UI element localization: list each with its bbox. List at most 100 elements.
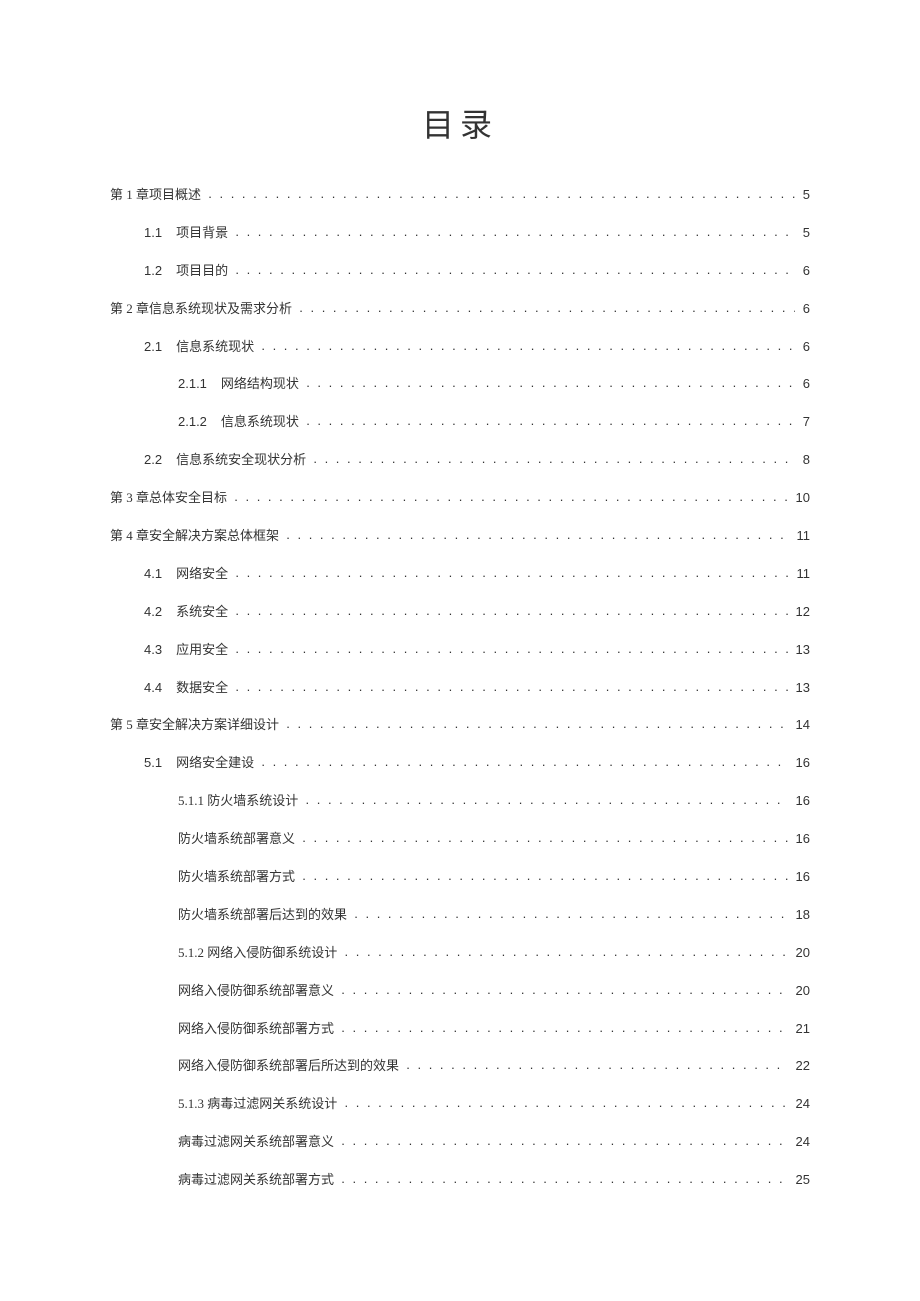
toc-entry-number: 2.1.2 [178,414,207,431]
toc-leader-dots [261,338,794,351]
toc-leader-dots [208,186,795,199]
toc-title: 目录 [110,100,810,146]
toc-entry[interactable]: 2.2信息系统安全现状分析 8 [110,441,810,479]
toc-entry-page: 24 [796,1134,810,1151]
toc-entry-label: 第 2 章信息系统现状及需求分析 [110,301,292,318]
toc-entry-page: 13 [796,680,810,697]
toc-entry-page: 6 [803,376,810,393]
toc-entry-page: 7 [803,414,810,431]
toc-entry[interactable]: 5.1网络安全建设 16 [110,744,810,782]
toc-leader-dots [286,716,787,729]
toc-leader-dots [261,754,787,767]
toc-page: 目录 第 1 章项目概述 51.1项目背景 51.2项目目的 6第 2 章信息系… [0,0,920,1259]
toc-entry-number: 2.2 [144,452,162,469]
toc-leader-dots [235,679,787,692]
toc-leader-dots [345,1095,788,1108]
toc-leader-dots [306,792,788,805]
toc-entry-number: 5.1 [144,755,162,772]
toc-leader-dots [341,1020,787,1033]
toc-leader-dots [313,451,794,464]
toc-entry[interactable]: 第 5 章安全解决方案详细设计 14 [110,706,810,744]
toc-leader-dots [345,944,788,957]
toc-entry-page: 6 [803,301,810,318]
toc-entry-label: 5.1.2 网络入侵防御系统设计 [178,945,337,962]
toc-entry-page: 22 [796,1058,810,1075]
toc-entry-label: 项目背景 [176,225,228,242]
toc-entry[interactable]: 网络入侵防御系统部署意义 20 [110,972,810,1010]
toc-entry[interactable]: 5.1.3 病毒过滤网关系统设计 24 [110,1085,810,1123]
toc-entry-label: 网络结构现状 [221,376,299,393]
toc-entry[interactable]: 网络入侵防御系统部署后所达到的效果 22 [110,1047,810,1085]
toc-entry-label: 数据安全 [176,680,228,697]
toc-entry[interactable]: 5.1.2 网络入侵防御系统设计 20 [110,934,810,972]
toc-entry-page: 6 [803,263,810,280]
toc-entry-label: 防火墙系统部署方式 [178,869,295,886]
toc-entry-page: 18 [796,907,810,924]
toc-leader-dots [299,300,795,313]
toc-entry-label: 第 4 章安全解决方案总体框架 [110,528,279,545]
toc-entry[interactable]: 防火墙系统部署方式 16 [110,858,810,896]
toc-entry-number: 2.1.1 [178,376,207,393]
toc-leader-dots [341,1133,787,1146]
toc-entry[interactable]: 第 1 章项目概述 5 [110,176,810,214]
toc-entry-label: 系统安全 [176,604,228,621]
toc-entry[interactable]: 4.1网络安全 11 [110,555,810,593]
toc-leader-dots [406,1057,787,1070]
toc-entry-number: 4.4 [144,680,162,697]
toc-leader-dots [341,982,787,995]
toc-entry-page: 20 [796,945,810,962]
toc-leader-dots [234,489,787,502]
toc-entry-page: 5 [803,225,810,242]
toc-entry[interactable]: 病毒过滤网关系统部署方式 25 [110,1161,810,1199]
toc-entry-number: 4.3 [144,642,162,659]
toc-entry-page: 10 [796,490,810,507]
toc-leader-dots [235,224,794,237]
toc-entry-label: 防火墙系统部署意义 [178,831,295,848]
toc-entry-label: 网络入侵防御系统部署意义 [178,983,334,1000]
toc-entry[interactable]: 2.1.2信息系统现状 7 [110,403,810,441]
toc-entry-page: 8 [803,452,810,469]
toc-leader-dots [235,262,794,275]
toc-entry[interactable]: 4.3应用安全 13 [110,631,810,669]
toc-entry-page: 14 [796,717,810,734]
toc-entry-label: 第 5 章安全解决方案详细设计 [110,717,279,734]
toc-entry[interactable]: 2.1信息系统现状 6 [110,328,810,366]
toc-entry[interactable]: 第 4 章安全解决方案总体框架 11 [110,517,810,555]
toc-entry-label: 信息系统现状 [176,339,254,356]
toc-leader-dots [235,641,787,654]
toc-leader-dots [354,906,787,919]
toc-entry[interactable]: 1.2 项目目的 6 [110,252,810,290]
toc-entry[interactable]: 4.2系统安全 12 [110,593,810,631]
toc-entry[interactable]: 第 3 章总体安全目标 10 [110,479,810,517]
toc-entry-label: 病毒过滤网关系统部署意义 [178,1134,334,1151]
toc-entry[interactable]: 4.4 数据安全 13 [110,669,810,707]
toc-entry-label: 防火墙系统部署后达到的效果 [178,907,347,924]
toc-entry-label: 应用安全 [176,642,228,659]
toc-entry[interactable]: 1.1 项目背景 5 [110,214,810,252]
toc-leader-dots [235,565,788,578]
toc-entry-page: 21 [796,1021,810,1038]
toc-entry-page: 5 [803,187,810,204]
toc-entry[interactable]: 网络入侵防御系统部署方式 21 [110,1010,810,1048]
toc-entry-label: 5.1.1 防火墙系统设计 [178,793,298,810]
toc-entry[interactable]: 病毒过滤网关系统部署意义 24 [110,1123,810,1161]
toc-entry[interactable]: 防火墙系统部署后达到的效果 18 [110,896,810,934]
toc-leader-dots [302,868,787,881]
toc-entry-number: 4.1 [144,566,162,583]
toc-entry[interactable]: 2.1.1 网络结构现状 6 [110,365,810,403]
toc-entry[interactable]: 第 2 章信息系统现状及需求分析 6 [110,290,810,328]
toc-entry[interactable]: 防火墙系统部署意义 16 [110,820,810,858]
toc-leader-dots [306,375,795,388]
toc-entry-page: 11 [797,528,811,545]
toc-entry-number: 1.1 [144,225,162,242]
toc-entry-label: 网络入侵防御系统部署后所达到的效果 [178,1058,399,1075]
toc-entry-page: 24 [796,1096,810,1113]
toc-entry-label: 网络安全 [176,566,228,583]
toc-list: 第 1 章项目概述 51.1项目背景 51.2项目目的 6第 2 章信息系统现状… [110,176,810,1199]
toc-entry-page: 16 [796,831,810,848]
toc-entry-label: 病毒过滤网关系统部署方式 [178,1172,334,1189]
toc-entry-label: 项目目的 [176,263,228,280]
toc-entry[interactable]: 5.1.1 防火墙系统设计 16 [110,782,810,820]
toc-entry-label: 5.1.3 病毒过滤网关系统设计 [178,1096,337,1113]
toc-entry-number: 1.2 [144,263,162,280]
